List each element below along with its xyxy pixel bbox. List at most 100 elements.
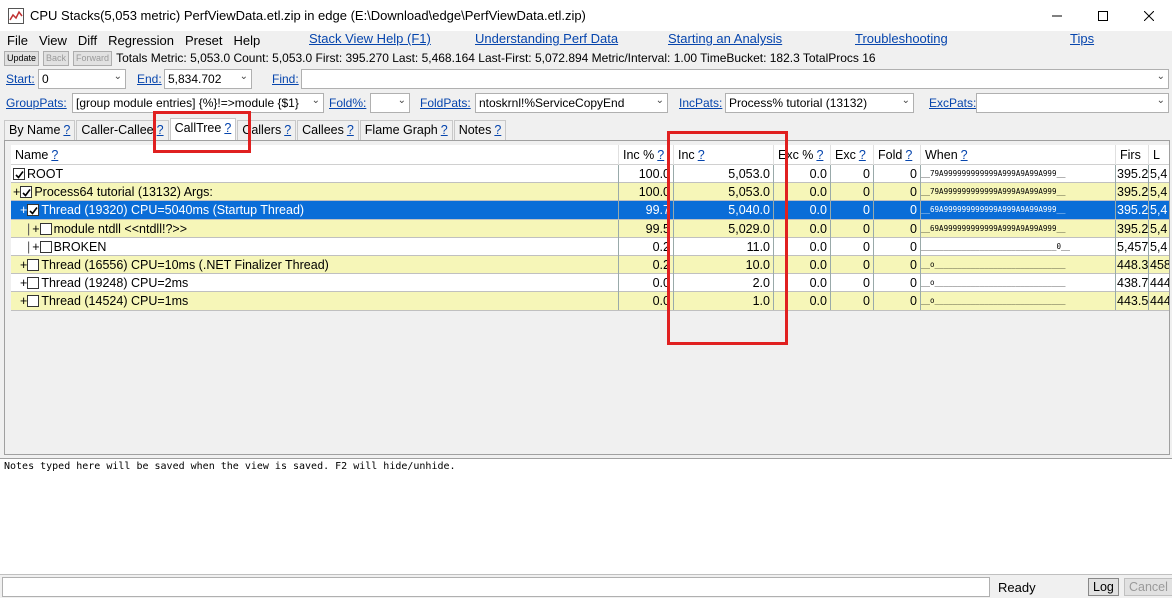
menu-regression[interactable]: Regression — [104, 33, 178, 48]
tab-flame-graph[interactable]: Flame Graph? — [359, 120, 453, 140]
stack-view-help-link[interactable]: Stack View Help (F1) — [309, 31, 431, 46]
help-link[interactable]: ? — [157, 123, 164, 137]
expand-icon[interactable]: + — [20, 258, 27, 272]
expand-icon[interactable]: + — [13, 185, 20, 199]
help-link[interactable]: ? — [961, 148, 968, 162]
table-row[interactable]: + Thread (16556) CPU=10ms (.NET Finalizer… — [11, 255, 1169, 275]
help-link[interactable]: ? — [657, 148, 664, 162]
foldpats-input[interactable]: ntoskrnl!%ServiceCopyEnd ⌄ — [475, 93, 668, 113]
maximize-button[interactable] — [1080, 0, 1126, 31]
minimize-button[interactable] — [1034, 0, 1080, 31]
back-button[interactable]: Back — [43, 50, 70, 66]
grouppats-input[interactable]: [group module entries] {%}!=>module {$1}… — [72, 93, 324, 113]
expand-icon[interactable]: + — [20, 276, 27, 290]
end-input[interactable]: 5,834.702 ⌄ — [164, 69, 252, 89]
understanding-perf-data-link[interactable]: Understanding Perf Data — [475, 31, 618, 46]
find-input[interactable]: ⌄ — [301, 69, 1169, 89]
close-button[interactable] — [1126, 0, 1172, 31]
row-checkbox[interactable] — [27, 258, 40, 271]
table-row[interactable]: + Thread (14524) CPU=1ms 0.0 1.0 0.0 0 0 __o___… — [11, 292, 1169, 311]
name-cell[interactable]: + Thread (19248) CPU=2ms — [11, 274, 619, 293]
fold-label[interactable]: Fold%: — [329, 96, 366, 110]
fold-input[interactable]: ⌄ — [370, 93, 410, 113]
row-checkbox[interactable] — [39, 222, 52, 235]
table-row[interactable]: | + module ntdll <<ntdll!?>> 99.5 5,029.0 0.0… — [11, 219, 1169, 238]
row-checkbox[interactable] — [13, 168, 25, 180]
column-header-when[interactable]: When? — [921, 145, 1116, 165]
help-link[interactable]: ? — [905, 148, 912, 162]
end-label[interactable]: End: — [137, 72, 162, 86]
log-button[interactable]: Log — [1088, 578, 1119, 596]
help-link[interactable]: ? — [494, 123, 501, 137]
help-link[interactable]: ? — [284, 123, 291, 137]
forward-button[interactable]: Forward — [73, 50, 113, 66]
menu-file[interactable]: File — [3, 33, 32, 48]
troubleshooting-link[interactable]: Troubleshooting — [855, 31, 948, 46]
table-row[interactable]: + Thread (19248) CPU=2ms 0.0 2.0 0.0 0 0 __o___… — [11, 274, 1169, 293]
tips-link[interactable]: Tips — [1070, 31, 1094, 46]
table-row[interactable]: + Thread (19320) CPU=5040ms (Startup Thre… — [11, 201, 1169, 220]
column-header-inc-pct[interactable]: Inc %? — [619, 145, 674, 165]
column-header-exc-pct[interactable]: Exc %? — [774, 145, 831, 165]
row-checkbox[interactable] — [20, 186, 33, 199]
tab-caller-callee[interactable]: Caller-Callee? — [76, 120, 169, 140]
tab-notes[interactable]: Notes? — [453, 120, 507, 140]
column-header-first[interactable]: Firs — [1116, 145, 1149, 165]
row-checkbox[interactable] — [27, 204, 40, 217]
exc-pct-cell: 0.0 — [774, 255, 831, 274]
start-input[interactable]: 0 ⌄ — [38, 69, 126, 89]
table-row[interactable]: + Process64 tutorial (13132) Args: 100.0 5,… — [11, 183, 1169, 202]
expand-icon[interactable]: + — [20, 294, 27, 308]
column-header-last[interactable]: L — [1149, 145, 1169, 165]
column-header-name[interactable]: Name? — [11, 145, 619, 165]
command-input[interactable] — [2, 577, 990, 597]
column-header-inc[interactable]: Inc? — [674, 145, 774, 165]
notes-textarea[interactable]: Notes typed here will be saved when the … — [0, 458, 1172, 574]
start-label[interactable]: Start: — [6, 72, 35, 86]
name-cell[interactable]: ROOT — [11, 165, 619, 183]
find-label[interactable]: Find: — [272, 72, 299, 86]
menu-preset[interactable]: Preset — [181, 33, 227, 48]
help-link[interactable]: ? — [51, 148, 58, 162]
help-link[interactable]: ? — [698, 148, 705, 162]
name-cell[interactable]: + Thread (16556) CPU=10ms (.NET Finalizer… — [11, 255, 619, 274]
expand-icon[interactable]: + — [20, 203, 27, 217]
fold-cell: 0 — [874, 274, 921, 293]
tab-callees[interactable]: Callees? — [297, 120, 359, 140]
help-link[interactable]: ? — [224, 121, 231, 135]
excpats-label[interactable]: ExcPats: — [929, 96, 976, 110]
column-header-fold[interactable]: Fold? — [874, 145, 921, 165]
name-cell[interactable]: + Thread (14524) CPU=1ms — [11, 292, 619, 311]
table-row[interactable]: ROOT 100.0 5,053.0 0.0 0 0 __79A999999999999A9… — [11, 165, 1169, 184]
name-cell[interactable]: + Process64 tutorial (13132) Args: — [11, 183, 619, 202]
help-link[interactable]: ? — [347, 123, 354, 137]
menu-help[interactable]: Help — [230, 33, 265, 48]
row-checkbox[interactable] — [27, 295, 40, 308]
cancel-button[interactable]: Cancel — [1124, 578, 1172, 596]
expand-icon[interactable]: + — [32, 240, 39, 254]
expand-icon[interactable]: + — [32, 222, 39, 236]
foldpats-label[interactable]: FoldPats: — [420, 96, 471, 110]
help-link[interactable]: ? — [816, 148, 823, 162]
incpats-input[interactable]: Process% tutorial (13132) ⌄ — [725, 93, 914, 113]
row-checkbox[interactable] — [27, 277, 40, 290]
help-link[interactable]: ? — [63, 123, 70, 137]
grouppats-label[interactable]: GroupPats: — [6, 96, 67, 110]
starting-analysis-link[interactable]: Starting an Analysis — [668, 31, 782, 46]
tab-calltree[interactable]: CallTree? — [169, 118, 237, 140]
update-button[interactable]: Update — [4, 50, 40, 66]
menu-diff[interactable]: Diff — [74, 33, 101, 48]
tab-by-name[interactable]: By Name? — [4, 120, 76, 140]
table-row[interactable]: | + BROKEN 0.2 11.0 0.0 0 0 ____________________… — [11, 237, 1169, 256]
column-header-exc[interactable]: Exc? — [831, 145, 874, 165]
menu-view[interactable]: View — [35, 33, 71, 48]
tab-callers[interactable]: Callers? — [237, 120, 297, 140]
row-checkbox[interactable] — [39, 240, 52, 253]
name-cell[interactable]: + Thread (19320) CPU=5040ms (Startup Thre… — [11, 201, 619, 220]
help-link[interactable]: ? — [441, 123, 448, 137]
incpats-label[interactable]: IncPats: — [679, 96, 722, 110]
excpats-input[interactable]: ⌄ — [976, 93, 1169, 113]
name-cell[interactable]: | + BROKEN — [11, 237, 619, 256]
help-link[interactable]: ? — [859, 148, 866, 162]
name-cell[interactable]: | + module ntdll <<ntdll!?>> — [11, 219, 619, 238]
